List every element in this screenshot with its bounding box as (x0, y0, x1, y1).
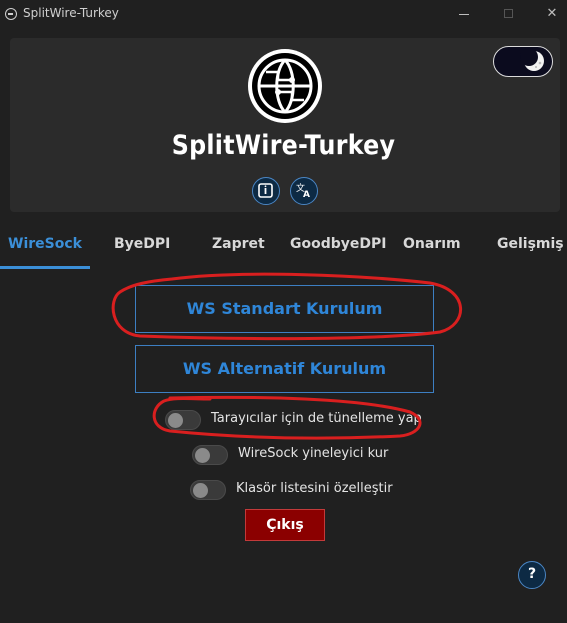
switch-knob (193, 483, 208, 498)
tab-wiresock[interactable]: WireSock (8, 236, 82, 252)
wiresock-repeater-label: WireSock yineleyici kur (238, 446, 389, 461)
help-button[interactable]: ? (518, 561, 546, 589)
close-icon: ✕ (546, 6, 558, 21)
question-icon: ? (527, 566, 537, 582)
tab-gelismis[interactable]: Gelişmiş (497, 236, 564, 252)
info-icon (258, 183, 273, 198)
tab-goodbyedpi[interactable]: GoodbyeDPI (290, 236, 386, 252)
moon-icon (520, 48, 544, 71)
folder-list-switch[interactable] (190, 480, 226, 500)
minimize-button[interactable] (442, 0, 486, 30)
active-tab-indicator (0, 266, 90, 269)
minimize-icon (459, 14, 469, 15)
switch-knob (168, 413, 183, 428)
theme-toggle[interactable] (493, 46, 553, 77)
maximize-icon (504, 9, 513, 18)
title-bar: SplitWire-Turkey ✕ (0, 0, 567, 30)
ws-standard-install-button[interactable]: WS Standart Kurulum (135, 285, 434, 333)
svg-text:A: A (303, 190, 310, 200)
tab-onarim[interactable]: Onarım (403, 236, 461, 252)
folder-list-label: Klasör listesini özelleştir (236, 481, 393, 496)
wiresock-repeater-switch[interactable] (192, 445, 228, 465)
tab-bar: WireSock ByeDPI Zapret GoodbyeDPI Onarım… (0, 222, 567, 269)
app-title: SplitWire-Turkey (171, 130, 396, 161)
ws-alternative-install-button[interactable]: WS Alternatif Kurulum (135, 345, 434, 393)
exit-button[interactable]: Çıkış (245, 509, 325, 541)
tab-byedpi[interactable]: ByeDPI (114, 236, 170, 252)
maximize-button[interactable] (487, 0, 531, 30)
app-window: SplitWire-Turkey ✕ SplitWire-Turkey 文 A … (0, 0, 567, 623)
app-icon (5, 8, 17, 20)
info-button[interactable] (252, 177, 280, 205)
switch-knob (195, 448, 210, 463)
browser-tunneling-label: Tarayıcılar için de tünelleme yap (211, 411, 422, 426)
browser-tunneling-switch[interactable] (165, 410, 201, 430)
tab-zapret[interactable]: Zapret (212, 236, 265, 252)
close-button[interactable]: ✕ (530, 0, 567, 30)
globe-network-icon (248, 49, 322, 123)
window-title: SplitWire-Turkey (23, 6, 119, 20)
translate-icon: 文 A (296, 182, 310, 200)
translate-button[interactable]: 文 A (290, 177, 318, 205)
